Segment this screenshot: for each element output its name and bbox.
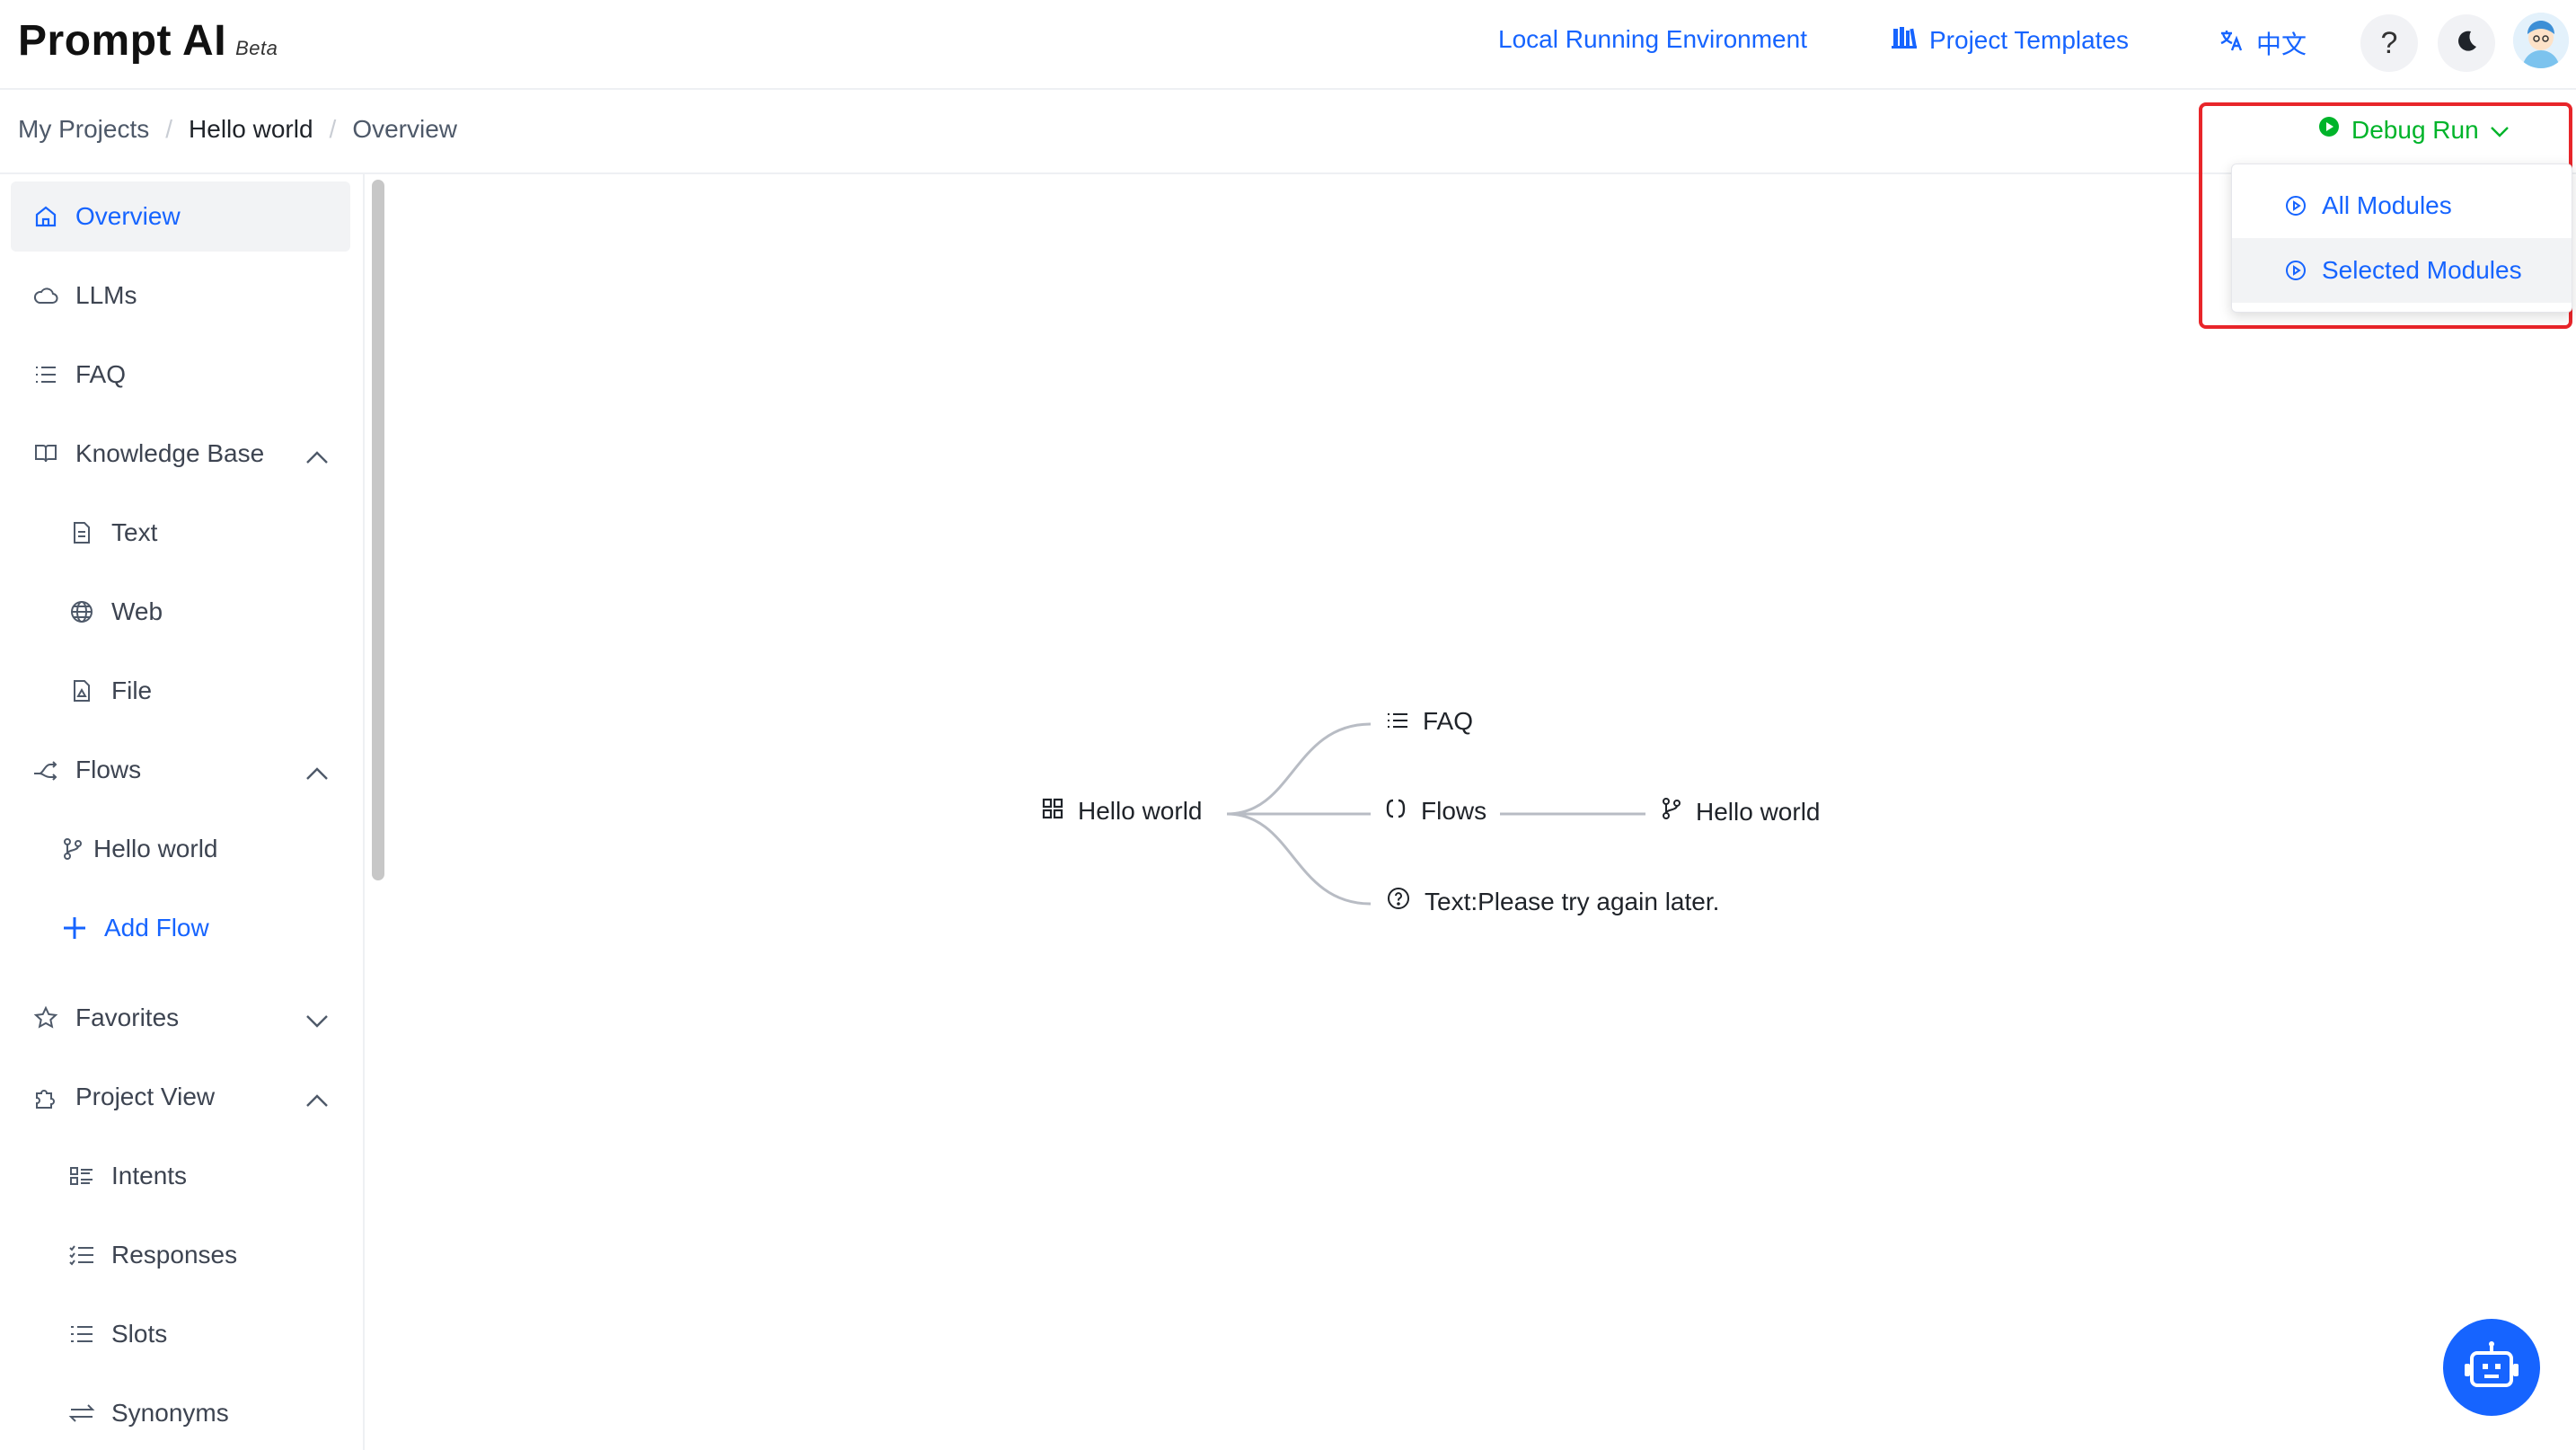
mindmap-fallback-label: Text:Please try again later. xyxy=(1425,887,1720,915)
mindmap-flow-child-label: Hello world xyxy=(1696,797,1821,826)
debug-run-button[interactable]: Debug Run xyxy=(2317,115,2510,145)
mindmap-flow-child-node[interactable]: Hello world xyxy=(1662,797,1821,827)
flows-icon xyxy=(1385,797,1407,826)
mindmap-flows-node[interactable]: Flows xyxy=(1385,797,1486,826)
play-outline-icon xyxy=(2284,259,2307,282)
mindmap-flows-label: Flows xyxy=(1421,797,1487,825)
branch-icon xyxy=(1662,797,1681,827)
menu-item-label: All Modules xyxy=(2322,191,2452,219)
play-outline-icon xyxy=(2284,194,2307,217)
mindmap-root-node[interactable]: Hello world xyxy=(1042,797,1203,826)
debug-run-label: Debug Run xyxy=(2351,115,2479,144)
menu-item-selected-modules[interactable]: Selected Modules xyxy=(2232,238,2572,303)
play-circle-icon xyxy=(2317,115,2341,145)
mindmap-connectors xyxy=(1226,722,1645,906)
mindmap-faq-label: FAQ xyxy=(1423,707,1474,735)
robot-icon xyxy=(2463,1340,2520,1395)
chevron-down-icon xyxy=(2490,116,2510,145)
question-circle-icon xyxy=(1387,887,1410,916)
mindmap-fallback-node[interactable]: Text:Please try again later. xyxy=(1387,887,1719,916)
menu-item-all-modules[interactable]: All Modules xyxy=(2232,173,2572,238)
mindmap-root-label: Hello world xyxy=(1078,797,1203,825)
debug-run-menu: All Modules Selected Modules xyxy=(2231,164,2572,313)
chatbot-button[interactable] xyxy=(2443,1319,2540,1416)
list-icon xyxy=(1387,707,1408,736)
menu-item-label: Selected Modules xyxy=(2322,256,2522,284)
mindmap-faq-node[interactable]: FAQ xyxy=(1387,707,1473,736)
grid-icon xyxy=(1042,797,1063,826)
